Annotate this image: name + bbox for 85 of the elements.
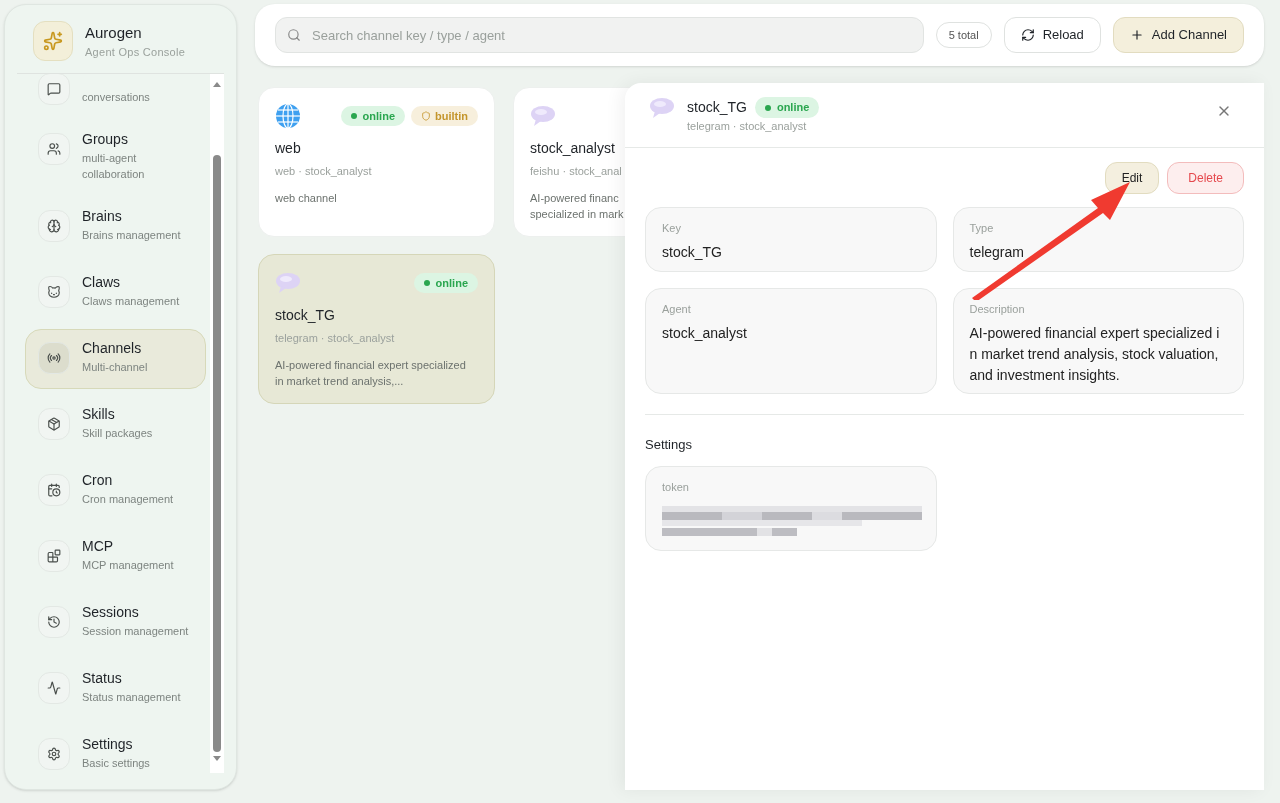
people-icon (38, 133, 70, 165)
reload-button[interactable]: Reload (1003, 17, 1101, 53)
card-meta: web · stock_analyst (275, 164, 373, 179)
item-subtitle: Session management (82, 624, 189, 639)
card-title: web (275, 139, 302, 158)
add-channel-button[interactable]: Add Channel (1112, 17, 1244, 53)
search-field[interactable]: Search channel key / type / agent (275, 17, 924, 53)
field-label: Agent (662, 301, 692, 317)
item-subtitle: conversations (82, 90, 150, 105)
status-badge: online (340, 105, 405, 127)
item-title: Claws (82, 273, 122, 292)
item-title: Sessions (82, 603, 140, 622)
settings-heading: Settings (644, 435, 693, 454)
builtin-badge: builtin (411, 105, 478, 127)
card-meta: feishu · stock_anal (530, 164, 623, 179)
sidebar-item[interactable]: Status Status management (25, 659, 206, 719)
card-meta: telegram · stock_analyst (275, 331, 396, 346)
speech-bubble-icon (275, 272, 301, 294)
blocks-icon (38, 540, 70, 572)
item-title: Groups (82, 130, 129, 149)
item-title: Brains (82, 207, 123, 226)
signal-icon (38, 342, 70, 374)
sidebar-item[interactable]: MCP MCP management (25, 527, 206, 587)
card-description: AI-powered financial expert specialized in market trend analysis,... (275, 357, 467, 389)
field-label: Type (969, 220, 995, 236)
sparkle-logo-icon (33, 21, 73, 61)
item-subtitle: Multi-channel (82, 360, 148, 375)
search-icon (287, 28, 301, 42)
sidebar-item[interactable]: Skills Skill packages (25, 395, 206, 455)
item-subtitle: Skill packages (82, 426, 153, 441)
item-subtitle: Claws management (82, 294, 180, 309)
drawer-meta: telegram · stock_analyst (687, 119, 808, 134)
item-title: MCP (82, 537, 115, 556)
item-subtitle: MCP management (82, 558, 174, 573)
pulse-icon (38, 672, 70, 704)
delete-button[interactable]: Delete (1167, 161, 1244, 194)
scrollbar[interactable] (210, 74, 224, 773)
field-label: Description (969, 301, 1026, 317)
globe-icon (275, 103, 301, 129)
sidebar-item[interactable]: Channels Multi-channel (25, 329, 206, 389)
status-badge: online (413, 272, 478, 294)
item-subtitle: Status management (82, 690, 181, 705)
card-title: stock_analyst (530, 139, 616, 158)
app-name: Aurogen (85, 22, 143, 43)
status-badge: online (754, 97, 820, 118)
plus-icon (1129, 28, 1144, 42)
field-value: stock_TG (662, 243, 723, 262)
item-subtitle: Cron management (82, 492, 174, 507)
speech-bubble-icon (530, 105, 556, 127)
item-title: Status (82, 669, 123, 688)
refresh-icon (1020, 28, 1035, 42)
item-subtitle: Brains management (82, 228, 181, 243)
item-title: Settings (82, 735, 134, 754)
sidebar-item[interactable]: Cron Cron management (25, 461, 206, 521)
package-icon (38, 408, 70, 440)
settings-icon (38, 738, 70, 770)
sidebar-item[interactable]: Sessions Session management (25, 593, 206, 653)
drawer-title: stock_TG (687, 98, 747, 117)
edit-button[interactable]: Edit (1104, 161, 1160, 194)
item-subtitle: multi-agent collaboration (82, 151, 146, 182)
sidebar-item[interactable]: conversations (25, 74, 206, 114)
item-subtitle: Basic settings (82, 756, 150, 771)
sidebar-item[interactable]: Settings Basic settings (25, 725, 206, 773)
sidebar-item[interactable]: Groups multi-agent collaboration (25, 120, 206, 191)
channel-card[interactable]: online builtin web web · stock_analyst web channel (258, 87, 495, 237)
sidebar-item[interactable]: Claws Claws management (25, 263, 206, 323)
field-label: Key (662, 220, 682, 236)
card-description: AI-powered financ specialized in mark (530, 190, 625, 222)
brain-icon (38, 210, 70, 242)
channel-card[interactable]: online stock_TG telegram · stock_analyst AI-powered financial expert specialized in market trend analysis,... (258, 254, 495, 404)
item-title: Skills (82, 405, 116, 424)
item-title: Cron (82, 471, 114, 490)
cat-icon (38, 276, 70, 308)
item-title: Channels (82, 339, 143, 358)
card-description: web channel (275, 190, 338, 206)
field-label: token (662, 480, 690, 495)
card-title: stock_TG (275, 306, 336, 325)
sidebar-item[interactable]: Brains Brains management (25, 197, 206, 257)
field-value: AI-powered financial expert specialized in market trend analysis, stock valuation, and investment insights. (969, 324, 1221, 385)
speech-bubble-icon (649, 97, 675, 119)
field-value: telegram (969, 243, 1025, 262)
field-value: stock_analyst (662, 324, 748, 343)
history-icon (38, 606, 70, 638)
app-subtitle: Agent Ops Console (85, 45, 186, 60)
calendar-icon (38, 474, 70, 506)
